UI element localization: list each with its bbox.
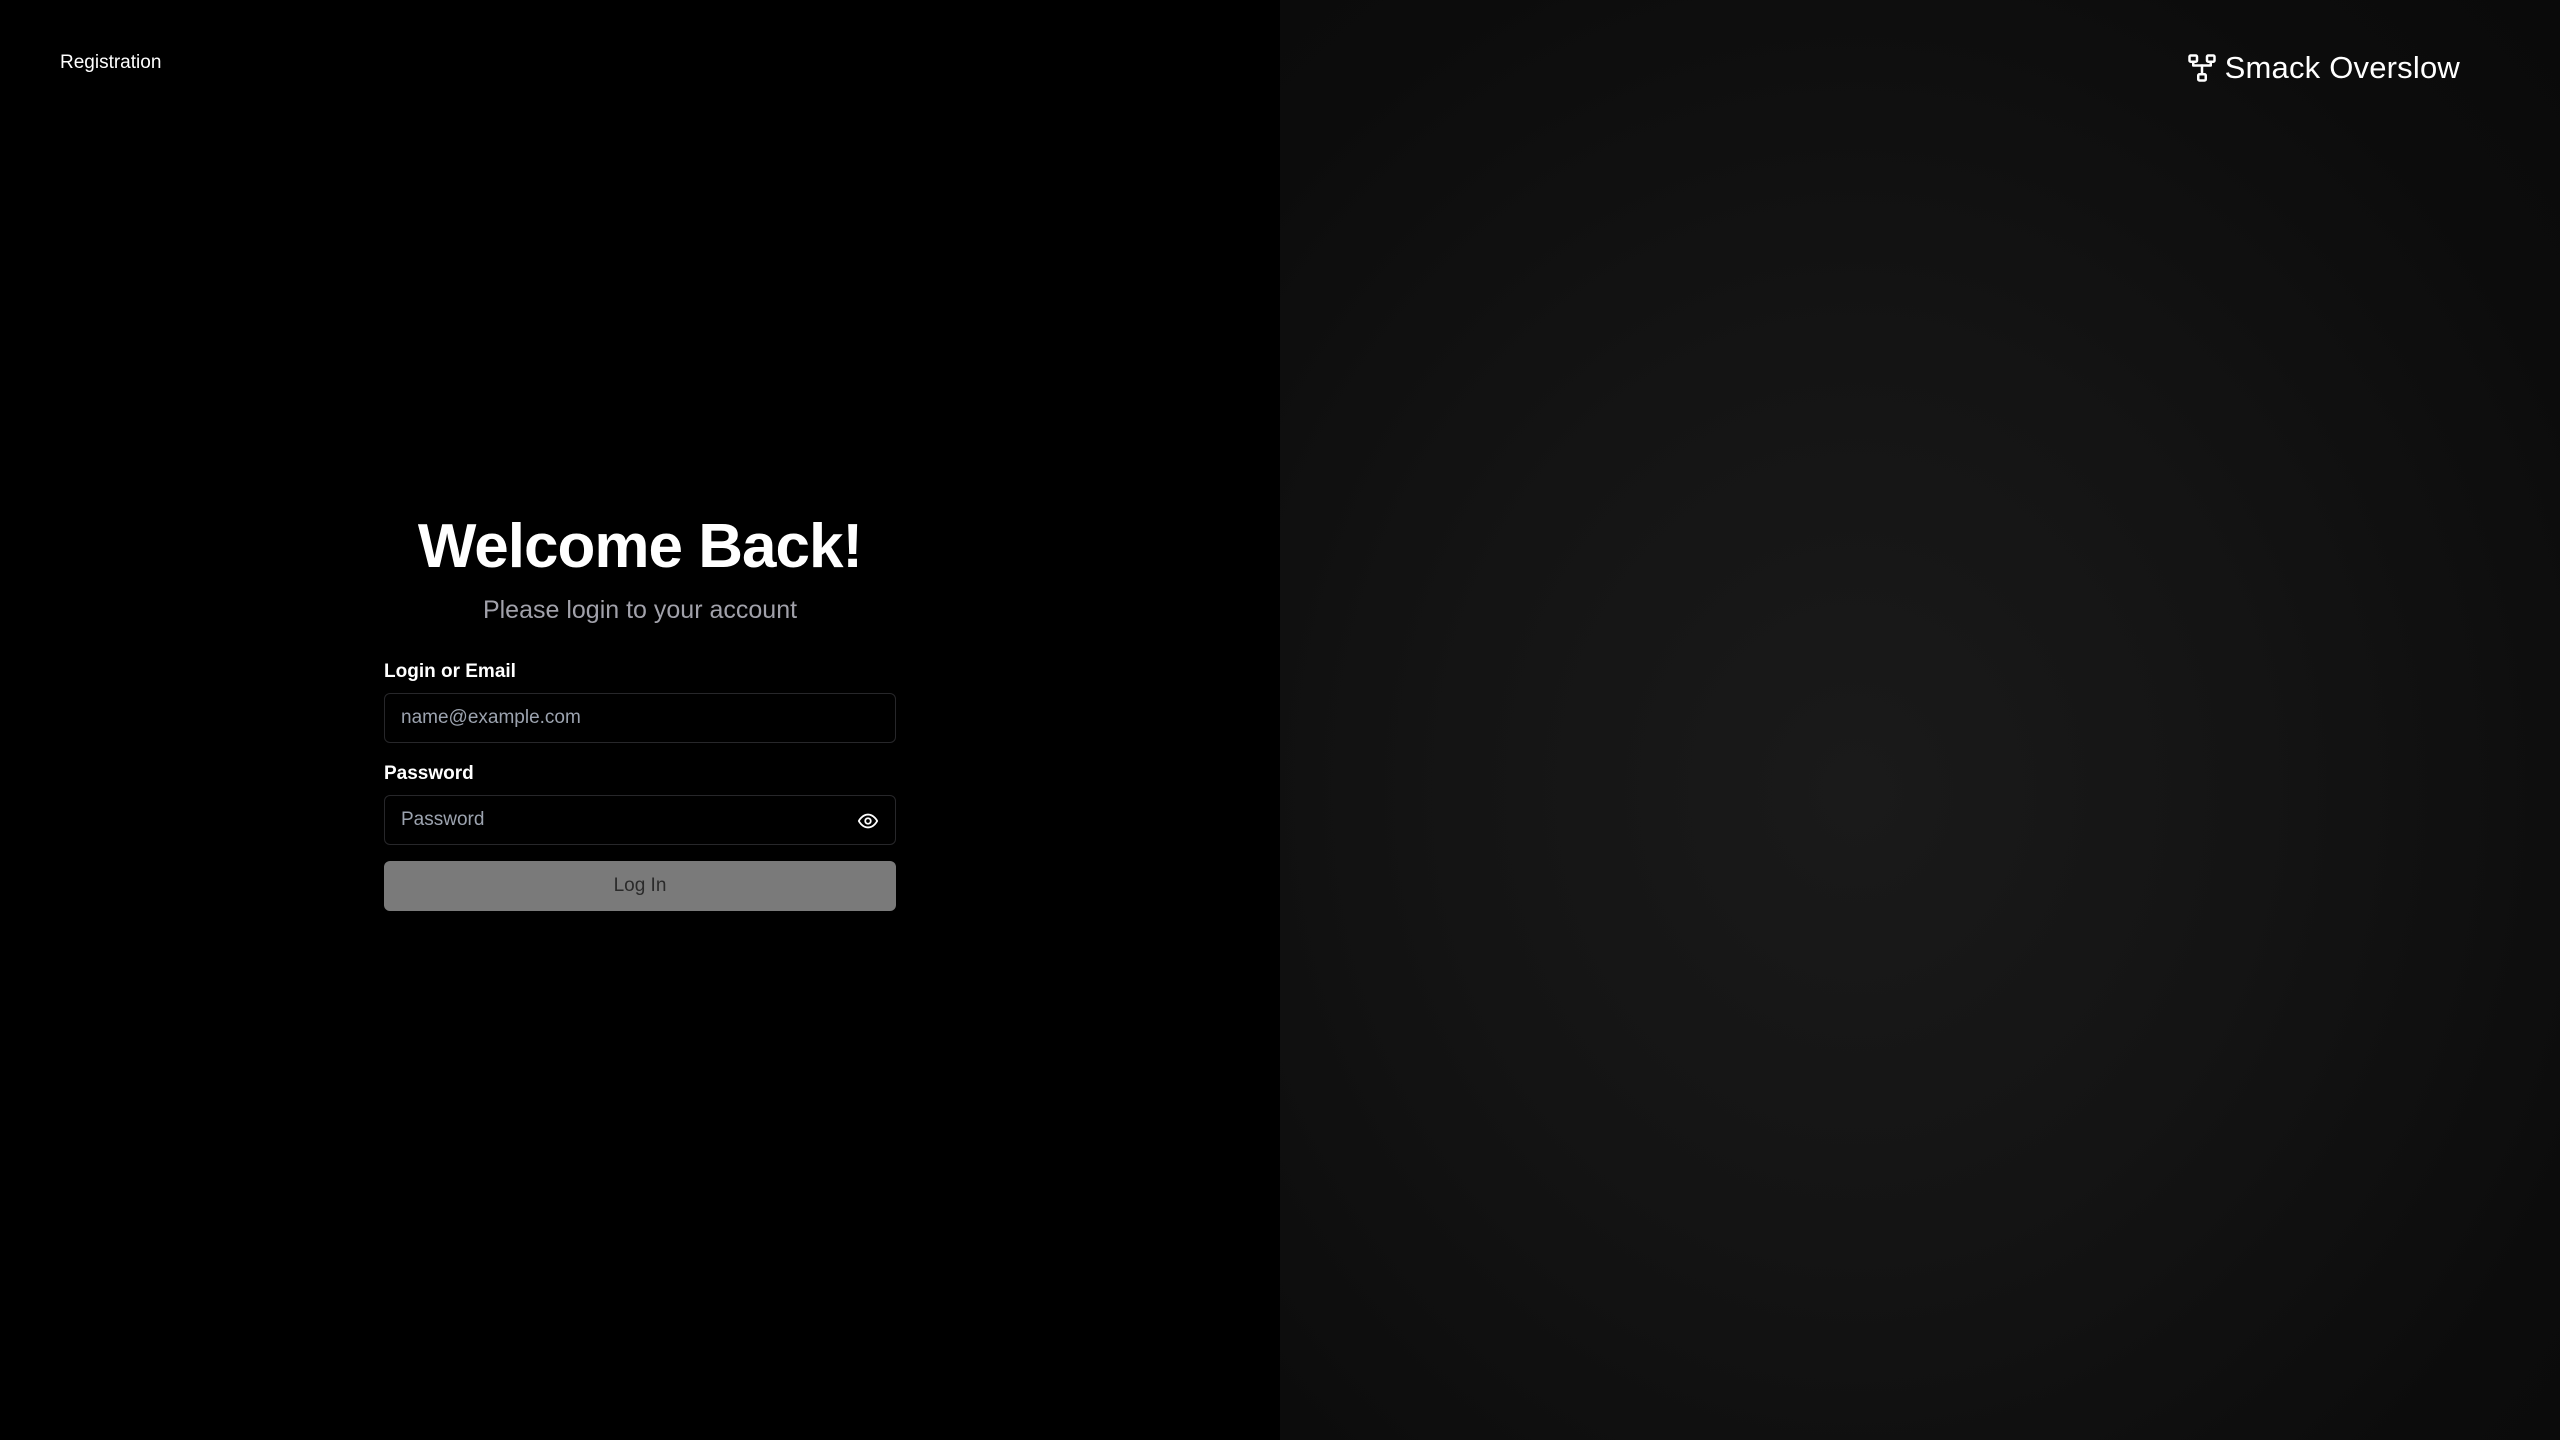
brand-panel: Smack Overslow [1280,0,2560,1440]
registration-link[interactable]: Registration [60,52,161,74]
login-page: Registration Welcome Back! Please login … [0,0,2560,1440]
email-input-wrapper [384,693,896,744]
email-field-label: Login or Email [384,661,516,683]
login-pane: Registration Welcome Back! Please login … [0,0,1280,1440]
email-field-group: Login or Email [384,661,896,744]
password-field-group: Password [384,763,896,846]
password-input-wrapper [384,795,896,846]
password-field-label: Password [384,763,474,785]
network-nodes-icon [2187,52,2217,84]
login-button[interactable]: Log In [384,861,896,912]
login-form: Login or Email Password [384,661,896,912]
eye-icon[interactable] [855,808,881,834]
brand-logo: Smack Overslow [2187,50,2460,86]
brand-name: Smack Overslow [2224,50,2460,85]
login-form-card: Welcome Back! Please login to your accou… [384,510,896,912]
password-field[interactable] [385,796,895,845]
email-field[interactable] [385,694,895,743]
page-title: Welcome Back! [417,512,863,581]
page-subtitle: Please login to your account [482,596,798,625]
